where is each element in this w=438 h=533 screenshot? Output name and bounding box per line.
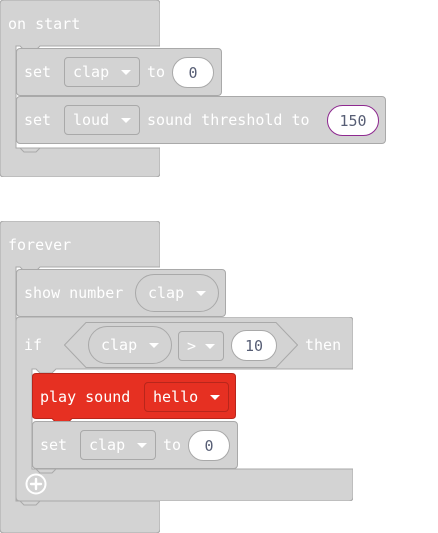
variable-name: clap bbox=[148, 284, 185, 302]
to-label: to bbox=[147, 63, 166, 81]
set-label: set bbox=[24, 63, 52, 81]
show-number-label: show number bbox=[24, 284, 124, 302]
plus-circle-icon[interactable] bbox=[25, 473, 47, 495]
sound-dropdown[interactable]: hello bbox=[144, 382, 229, 412]
then-label: then bbox=[305, 336, 342, 354]
condition-left-variable-dropdown[interactable]: clap bbox=[88, 326, 172, 364]
operator-symbol: > bbox=[187, 337, 197, 355]
if-label: if bbox=[24, 336, 43, 354]
variable-name: clap bbox=[73, 63, 110, 81]
condition-right-input[interactable]: 10 bbox=[231, 330, 277, 361]
chevron-down-icon bbox=[205, 344, 215, 349]
chevron-down-icon bbox=[149, 343, 159, 348]
threshold-input[interactable]: 150 bbox=[327, 105, 379, 136]
chevron-down-icon bbox=[121, 118, 131, 123]
play-sound-label: play sound bbox=[40, 388, 131, 406]
loudness-option: loud bbox=[73, 111, 110, 129]
variable-dropdown[interactable]: clap bbox=[64, 57, 140, 87]
value-input[interactable]: 0 bbox=[188, 430, 230, 461]
show-number-variable-dropdown[interactable]: clap bbox=[135, 274, 219, 312]
workspace: on start set clap to 0 set loud sound th… bbox=[0, 0, 438, 533]
chevron-down-icon bbox=[210, 395, 220, 400]
to-label: to bbox=[163, 436, 182, 454]
variable-name: clap bbox=[89, 436, 126, 454]
value-input[interactable]: 0 bbox=[172, 57, 214, 88]
set-label: set bbox=[40, 436, 68, 454]
sound-name: hello bbox=[153, 388, 199, 406]
chevron-down-icon bbox=[137, 443, 147, 448]
sound-threshold-label: sound threshold to bbox=[147, 111, 310, 129]
set-label: set bbox=[24, 111, 52, 129]
variable-name: clap bbox=[101, 336, 138, 354]
loudness-dropdown[interactable]: loud bbox=[64, 105, 140, 135]
variable-dropdown[interactable]: clap bbox=[80, 430, 156, 460]
chevron-down-icon bbox=[196, 291, 206, 296]
operator-dropdown[interactable]: > bbox=[178, 331, 224, 361]
on-start-label: on start bbox=[8, 15, 81, 33]
forever-label: forever bbox=[8, 236, 72, 254]
chevron-down-icon bbox=[121, 70, 131, 75]
